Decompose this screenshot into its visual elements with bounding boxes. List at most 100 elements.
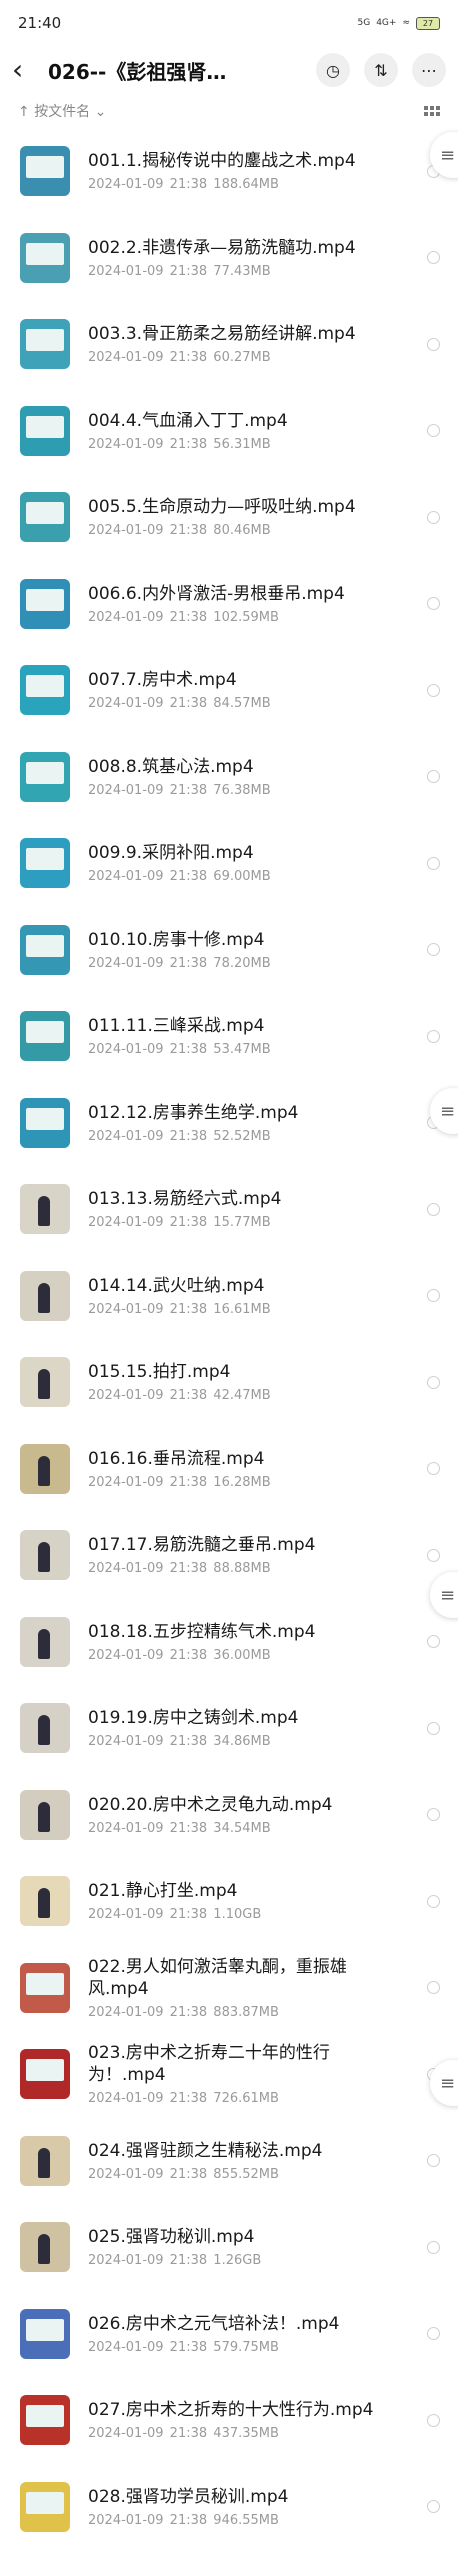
file-row[interactable]: 011.11.三峰采战.mp4 2024-01-09 21:38 53.47MB: [0, 993, 458, 1080]
grid-view-icon[interactable]: [424, 106, 440, 116]
file-row[interactable]: 025.强肾功秘训.mp4 2024-01-09 21:38 1.26GB: [0, 2204, 458, 2291]
file-name: 014.14.武火吐纳.mp4: [88, 1275, 265, 1296]
status-icons: 5G 4G+ ≈ 27: [358, 16, 440, 30]
file-row[interactable]: 012.12.房事养生绝学.mp4 2024-01-09 21:38 52.52M…: [0, 1080, 458, 1167]
file-row[interactable]: 026.房中术之元气培补法！.mp4 2024-01-09 21:38 579.7…: [0, 2291, 458, 2378]
file-name: 019.19.房中之铸剑术.mp4: [88, 1708, 299, 1729]
chevron-down-icon: ⌄: [94, 104, 107, 120]
file-row[interactable]: 027.房中术之折寿的十大性行为.mp4 2024-01-09 21:38 437…: [0, 2377, 458, 2464]
file-row[interactable]: 001.1.揭秘传说中的鏖战之术.mp4 2024-01-09 21:38 188…: [0, 128, 458, 215]
select-radio[interactable]: [427, 1462, 440, 1476]
file-row[interactable]: 020.20.房中术之灵龟九动.mp4 2024-01-09 21:38 34.5…: [0, 1772, 458, 1859]
select-radio[interactable]: [427, 770, 440, 784]
sort-arrows-icon: ⇅: [374, 60, 388, 80]
select-radio[interactable]: [427, 1548, 440, 1562]
select-radio[interactable]: [427, 2413, 440, 2427]
select-radio[interactable]: [427, 943, 440, 957]
select-radio[interactable]: [427, 510, 440, 524]
file-date: 2024-01-09 21:38: [88, 782, 208, 798]
sort-order-button[interactable]: ⇅: [364, 53, 398, 87]
file-row[interactable]: 007.7.房中术.mp4 2024-01-09 21:38 84.57MB: [0, 647, 458, 734]
file-date: 2024-01-09 21:38: [88, 696, 208, 712]
file-row[interactable]: 017.17.易筋洗髓之垂吊.mp4 2024-01-09 21:38 88.88…: [0, 1512, 458, 1599]
video-thumbnail: [20, 2222, 70, 2273]
file-row[interactable]: 018.18.五步控精练气术.mp4 2024-01-09 21:38 36.00…: [0, 1599, 458, 1686]
file-row[interactable]: 016.16.垂吊流程.mp4 2024-01-09 21:38 16.28MB: [0, 1426, 458, 1513]
select-radio[interactable]: [427, 337, 440, 351]
file-date: 2024-01-09 21:38: [88, 1215, 208, 1231]
file-date: 2024-01-09 21:38: [88, 2004, 208, 2020]
file-info: 015.15.拍打.mp4 2024-01-09 21:38 42.47MB: [88, 1361, 417, 1403]
file-name: 003.3.骨正筋柔之易筋经讲解.mp4: [88, 324, 356, 345]
file-meta: 2024-01-09 21:38 36.00MB: [88, 1648, 417, 1663]
file-meta: 2024-01-09 21:38 579.75MB: [88, 2340, 417, 2355]
file-row[interactable]: 002.2.非遗传承—易筋洗髓功.mp4 2024-01-09 21:38 77.…: [0, 215, 458, 302]
file-row[interactable]: 022.男人如何激活睾丸酮，重振雄风.mp4 2024-01-09 21:38 8…: [0, 1945, 458, 2032]
file-info: 026.房中术之元气培补法！.mp4 2024-01-09 21:38 579.7…: [88, 2313, 417, 2355]
video-thumbnail: [20, 2308, 70, 2359]
file-row[interactable]: 009.9.采阴补阳.mp4 2024-01-09 21:38 69.00MB: [0, 820, 458, 907]
file-meta: 2024-01-09 21:38 883.87MB: [88, 2005, 417, 2020]
file-info: 005.5.生命原动力—呼吸吐纳.mp4 2024-01-09 21:38 80.…: [88, 496, 417, 538]
file-meta: 2024-01-09 21:38 53.47MB: [88, 1042, 417, 1057]
history-button[interactable]: ◷: [316, 53, 350, 87]
back-arrow-icon[interactable]: ‹: [12, 56, 42, 84]
select-radio[interactable]: [427, 1721, 440, 1735]
select-radio[interactable]: [427, 251, 440, 265]
file-date: 2024-01-09 21:38: [88, 1647, 208, 1663]
video-thumbnail: [20, 1011, 70, 1062]
file-info: 012.12.房事养生绝学.mp4 2024-01-09 21:38 52.52M…: [88, 1102, 417, 1144]
more-button[interactable]: ⋯: [412, 53, 446, 87]
file-info: 003.3.骨正筋柔之易筋经讲解.mp4 2024-01-09 21:38 60.…: [88, 323, 417, 365]
select-radio[interactable]: [427, 2327, 440, 2341]
select-radio[interactable]: [427, 1635, 440, 1649]
file-meta: 2024-01-09 21:38 855.52MB: [88, 2167, 417, 2182]
file-row[interactable]: 006.6.内外肾激活-男根垂吊.mp4 2024-01-09 21:38 102…: [0, 561, 458, 648]
video-thumbnail: [20, 578, 70, 629]
select-radio[interactable]: [427, 1202, 440, 1216]
video-thumbnail: [20, 1270, 70, 1321]
select-radio[interactable]: [427, 1289, 440, 1303]
select-radio[interactable]: [427, 1375, 440, 1389]
file-row[interactable]: 003.3.骨正筋柔之易筋经讲解.mp4 2024-01-09 21:38 60.…: [0, 301, 458, 388]
file-row[interactable]: 013.13.易筋经六式.mp4 2024-01-09 21:38 15.77MB: [0, 1166, 458, 1253]
file-info: 011.11.三峰采战.mp4 2024-01-09 21:38 53.47MB: [88, 1015, 417, 1057]
file-size: 15.77MB: [213, 1215, 271, 1231]
page-title: 026--《彭祖强肾…: [48, 59, 227, 84]
file-name: 001.1.揭秘传说中的鏖战之术.mp4: [88, 151, 356, 172]
file-row[interactable]: 008.8.筑基心法.mp4 2024-01-09 21:38 76.38MB: [0, 734, 458, 821]
sort-dropdown[interactable]: ↑ 按文件名 ⌄: [18, 101, 106, 121]
file-row[interactable]: 019.19.房中之铸剑术.mp4 2024-01-09 21:38 34.86M…: [0, 1685, 458, 1772]
file-row[interactable]: 010.10.房事十修.mp4 2024-01-09 21:38 78.20MB: [0, 907, 458, 994]
file-meta: 2024-01-09 21:38 102.59MB: [88, 610, 417, 625]
file-name: 007.7.房中术.mp4: [88, 670, 237, 691]
file-name: 012.12.房事养生绝学.mp4: [88, 1102, 299, 1123]
video-thumbnail: [20, 1184, 70, 1235]
file-meta: 2024-01-09 21:38 88.88MB: [88, 1561, 417, 1576]
select-radio[interactable]: [427, 2500, 440, 2514]
signal-4g-icon: 4G+: [376, 18, 397, 28]
file-row[interactable]: 014.14.武火吐纳.mp4 2024-01-09 21:38 16.61MB: [0, 1253, 458, 1340]
select-radio[interactable]: [427, 2240, 440, 2254]
select-radio[interactable]: [427, 424, 440, 438]
file-row[interactable]: 021.静心打坐.mp4 2024-01-09 21:38 1.10GB: [0, 1858, 458, 1945]
file-row[interactable]: 023.房中术之折寿二十年的性行为！.mp4 2024-01-09 21:38 7…: [0, 2031, 458, 2118]
file-meta: 2024-01-09 21:38 16.28MB: [88, 1475, 417, 1490]
select-radio[interactable]: [427, 683, 440, 697]
file-meta: 2024-01-09 21:38 946.55MB: [88, 2513, 417, 2528]
select-radio[interactable]: [427, 1894, 440, 1908]
file-info: 023.房中术之折寿二十年的性行为！.mp4 2024-01-09 21:38 7…: [88, 2042, 417, 2106]
file-row[interactable]: 004.4.气血涌入丁丁.mp4 2024-01-09 21:38 56.31MB: [0, 388, 458, 475]
file-row[interactable]: 015.15.拍打.mp4 2024-01-09 21:38 42.47MB: [0, 1339, 458, 1426]
file-size: 78.20MB: [213, 955, 271, 971]
file-info: 013.13.易筋经六式.mp4 2024-01-09 21:38 15.77MB: [88, 1188, 417, 1230]
select-radio[interactable]: [427, 856, 440, 870]
file-row[interactable]: 028.强肾功学员秘训.mp4 2024-01-09 21:38 946.55MB: [0, 2464, 458, 2551]
file-row[interactable]: 005.5.生命原动力—呼吸吐纳.mp4 2024-01-09 21:38 80.…: [0, 474, 458, 561]
select-radio[interactable]: [427, 597, 440, 611]
file-row[interactable]: 024.强肾驻颜之生精秘法.mp4 2024-01-09 21:38 855.52…: [0, 2118, 458, 2205]
select-radio[interactable]: [427, 2154, 440, 2168]
select-radio[interactable]: [427, 1808, 440, 1822]
select-radio[interactable]: [427, 1981, 440, 1995]
select-radio[interactable]: [427, 1029, 440, 1043]
